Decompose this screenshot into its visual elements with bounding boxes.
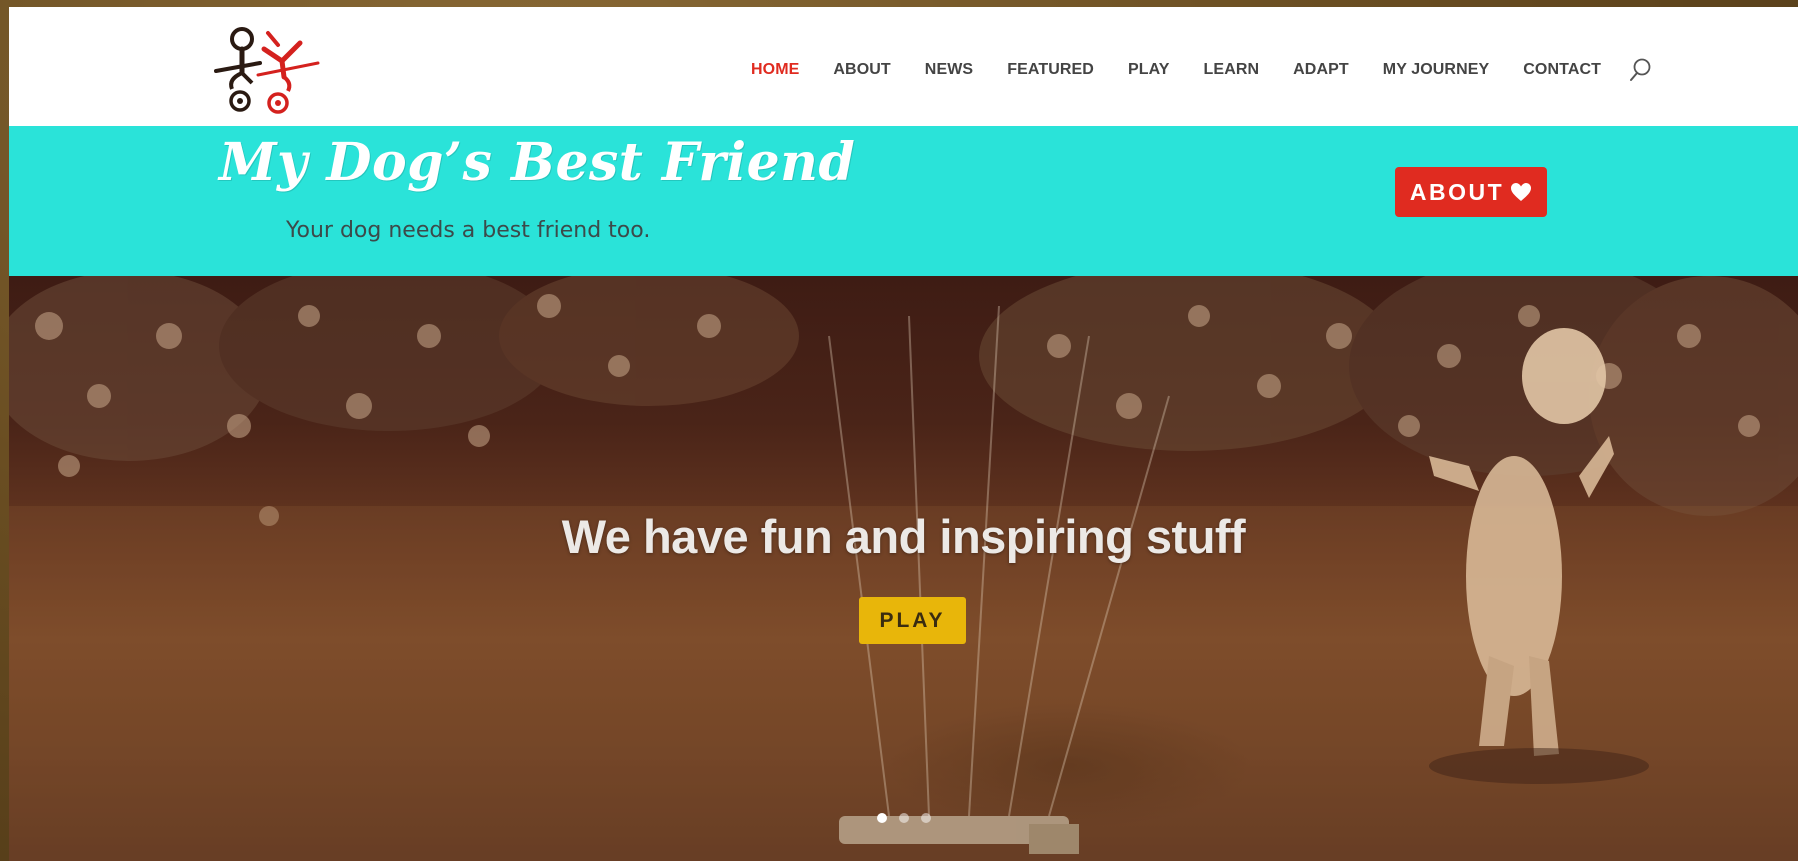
slider-dot-3[interactable] — [921, 813, 931, 823]
play-button[interactable]: PLAY — [859, 597, 966, 644]
about-button[interactable]: ABOUT — [1395, 167, 1547, 217]
main-nav: HOME ABOUT NEWS FEATURED PLAY LEARN ADAP… — [751, 57, 1653, 83]
search-icon[interactable] — [1629, 57, 1653, 83]
slider-pagination — [877, 813, 943, 823]
nav-item-featured[interactable]: FEATURED — [1007, 61, 1094, 79]
slider-dot-1[interactable] — [877, 813, 887, 823]
title-band: My Dog’s Best Friend Your dog needs a be… — [9, 126, 1798, 276]
nav-item-my-journey[interactable]: MY JOURNEY — [1383, 61, 1490, 79]
hero-title: We have fun and inspiring stuff — [561, 510, 1246, 563]
about-button-label: ABOUT — [1409, 178, 1505, 205]
page: HOME ABOUT NEWS FEATURED PLAY LEARN ADAP… — [9, 7, 1798, 861]
nav-item-adapt[interactable]: ADAPT — [1293, 61, 1349, 79]
hero-background-image — [9, 276, 1798, 861]
site-header: HOME ABOUT NEWS FEATURED PLAY LEARN ADAP… — [9, 7, 1798, 126]
nav-item-about[interactable]: ABOUT — [833, 61, 890, 79]
hero-slider: We have fun and inspiring stuff PLAY — [9, 276, 1798, 861]
nav-item-home[interactable]: HOME — [751, 61, 799, 79]
nav-item-learn[interactable]: LEARN — [1204, 61, 1260, 79]
nav-item-news[interactable]: NEWS — [925, 61, 973, 79]
site-tagline: Your dog needs a best friend too. — [286, 218, 651, 243]
slider-dot-2[interactable] — [899, 813, 909, 823]
heart-icon — [1511, 183, 1532, 201]
site-title: My Dog’s Best Friend — [219, 132, 856, 193]
nav-item-play[interactable]: PLAY — [1128, 61, 1170, 79]
nav-item-contact[interactable]: CONTACT — [1523, 61, 1601, 79]
stick-figure-dog-logo[interactable] — [212, 21, 320, 117]
